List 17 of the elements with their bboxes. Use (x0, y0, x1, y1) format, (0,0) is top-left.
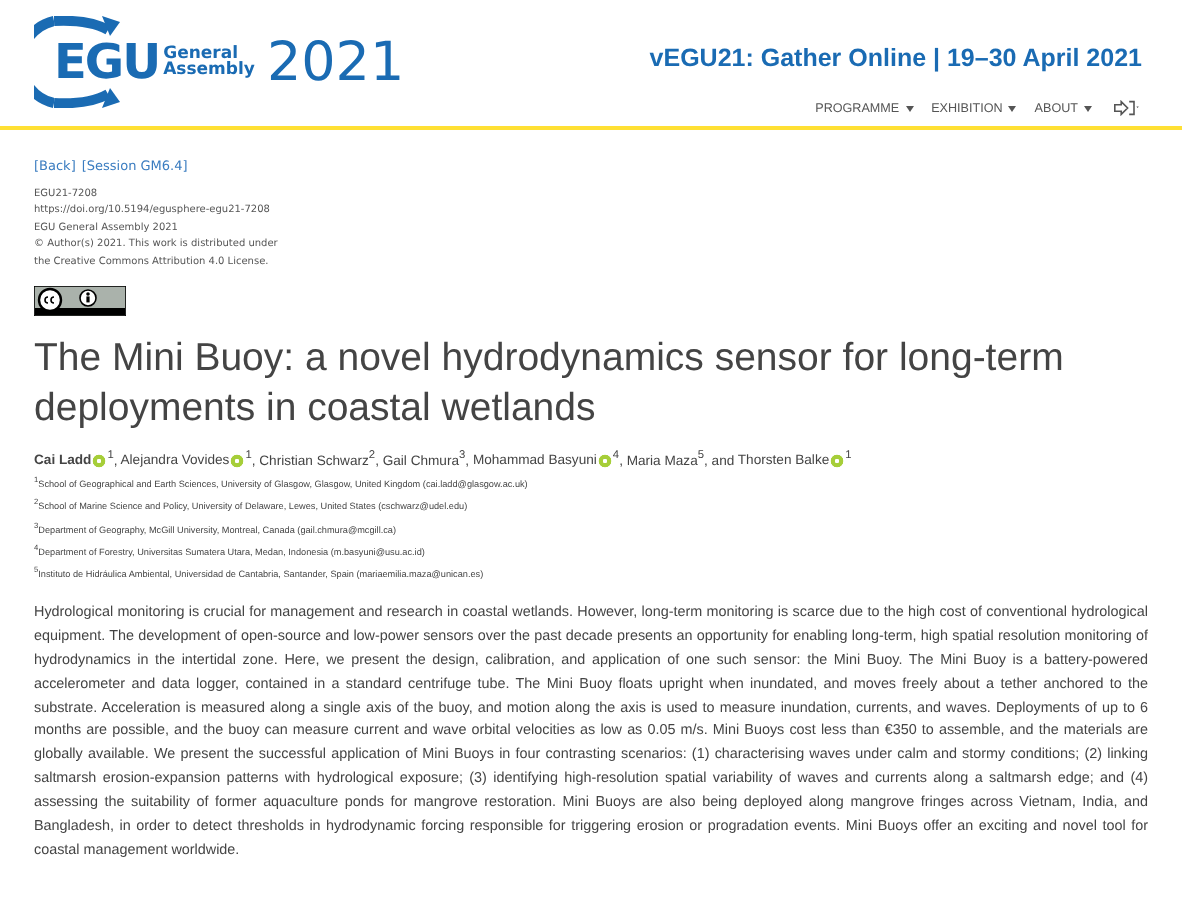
affiliation-mark: 2 (368, 450, 376, 463)
affiliation-mark: 1 (245, 450, 252, 463)
affiliation-mark: 5 (697, 450, 705, 463)
logo-year: 2021 (266, 31, 405, 93)
affiliation-mark: 1 (845, 450, 852, 463)
affiliation-mark: 3 (459, 450, 466, 463)
abstract-title: The Mini Buoy: a novel hydrodynamics sensor for long-term deployments in coastal wetlands (34, 334, 1066, 435)
event-title: vEGU21: Gather Online | 19–30 April 2021 (649, 44, 1142, 72)
logo-text: General (163, 45, 238, 62)
caret-icon[interactable] (905, 105, 914, 111)
affiliation-mark: 1 (107, 450, 114, 463)
logo-letters: EGU (54, 36, 160, 88)
caret-icon[interactable] (1008, 105, 1017, 111)
license-badge[interactable] (34, 286, 126, 317)
affiliation-mark: 4 (612, 450, 620, 463)
logo-text: Assembly (163, 62, 255, 79)
caret-icon[interactable] (1084, 105, 1092, 111)
